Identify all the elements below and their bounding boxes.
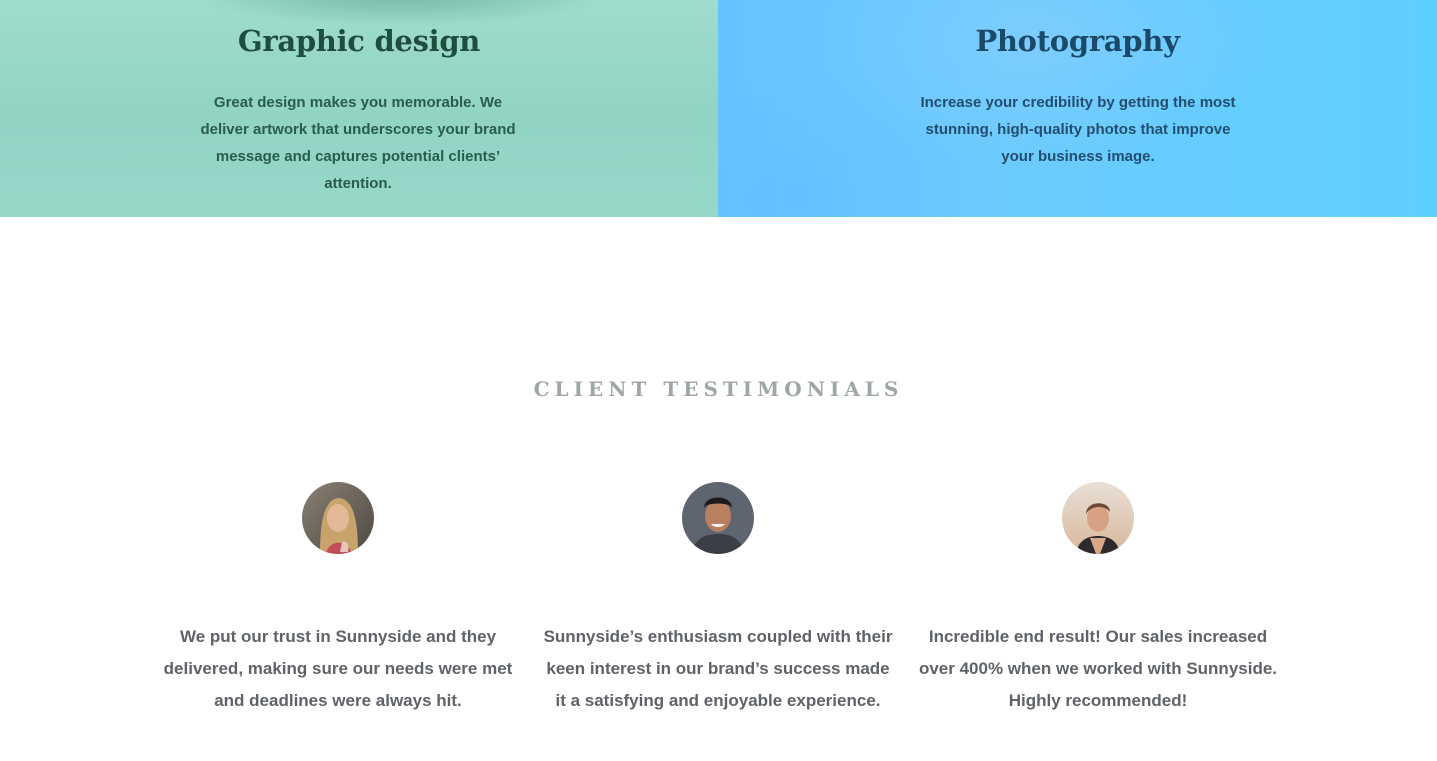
testimonials-section: CLIENT TESTIMONIALS We put our trust in …: [0, 217, 1437, 761]
testimonial-card: We put our trust in Sunnyside and they d…: [160, 482, 516, 717]
graphic-design-title: Graphic design: [237, 24, 481, 58]
graphic-design-description: Great design makes you memorable. We del…: [200, 94, 516, 192]
services-grid: Graphic design Great design makes you me…: [0, 0, 1437, 217]
photography-card: Photography Increase your credibility by…: [718, 0, 1437, 217]
client-avatar: [302, 482, 374, 554]
photography-title: Photography: [975, 24, 1180, 58]
photography-description: Increase your credibility by getting the…: [920, 94, 1236, 165]
testimonial-quote: We put our trust in Sunnyside and they d…: [163, 627, 513, 710]
testimonial-card: Incredible end result! Our sales increas…: [918, 482, 1278, 717]
testimonial-quote: Incredible end result! Our sales increas…: [918, 627, 1278, 710]
testimonials-heading: CLIENT TESTIMONIALS: [533, 377, 904, 401]
testimonial-quote: Sunnyside’s enthusiasm coupled with thei…: [543, 627, 893, 710]
client-avatar: [1062, 482, 1134, 554]
graphic-design-card: Graphic design Great design makes you me…: [0, 0, 718, 217]
testimonial-card: Sunnyside’s enthusiasm coupled with thei…: [540, 482, 896, 717]
client-avatar: [682, 482, 754, 554]
